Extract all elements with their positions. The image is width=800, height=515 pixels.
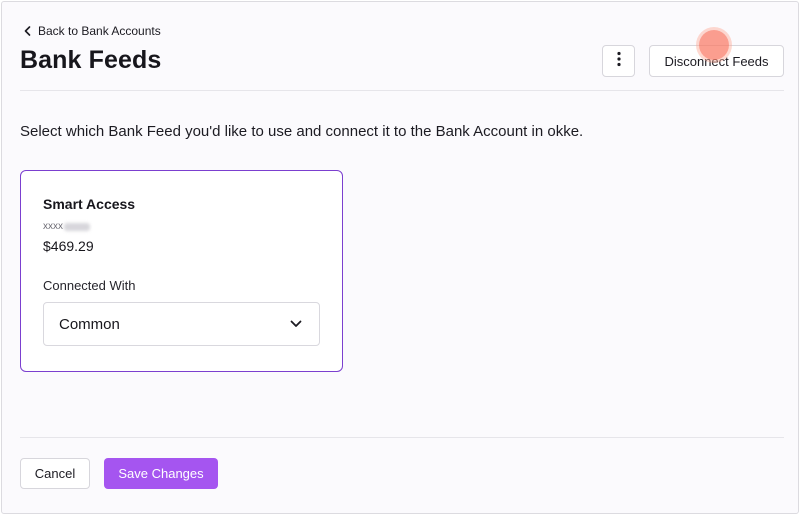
bank-feeds-page: Back to Bank Accounts Bank Feeds Disconn… xyxy=(1,1,799,514)
connected-with-value: Common xyxy=(59,315,120,333)
bank-feed-card[interactable]: Smart Access xxxx $469.29 Connected With… xyxy=(20,170,343,372)
feed-balance: $469.29 xyxy=(43,238,94,254)
connected-with-select[interactable]: Common xyxy=(43,302,320,346)
disconnect-feeds-button[interactable]: Disconnect Feeds xyxy=(649,45,784,77)
back-link-label: Back to Bank Accounts xyxy=(38,24,161,38)
page-title: Bank Feeds xyxy=(20,46,162,74)
chevron-left-icon xyxy=(24,26,31,36)
connected-with-label: Connected With xyxy=(43,278,136,293)
more-options-button[interactable] xyxy=(602,45,635,77)
footer-divider xyxy=(20,437,784,438)
masked-account-number: xxxx xyxy=(43,221,90,232)
chevron-down-icon xyxy=(290,315,302,333)
account-prefix: xxxx xyxy=(43,221,63,232)
back-to-bank-accounts-link[interactable]: Back to Bank Accounts xyxy=(24,24,161,38)
cancel-button[interactable]: Cancel xyxy=(20,458,90,489)
intro-text: Select which Bank Feed you'd like to use… xyxy=(20,123,584,140)
save-changes-button[interactable]: Save Changes xyxy=(104,458,218,489)
feed-name: Smart Access xyxy=(43,196,136,212)
vertical-ellipsis-icon xyxy=(616,51,621,72)
header-divider xyxy=(20,90,784,91)
redacted-digits xyxy=(64,222,90,231)
